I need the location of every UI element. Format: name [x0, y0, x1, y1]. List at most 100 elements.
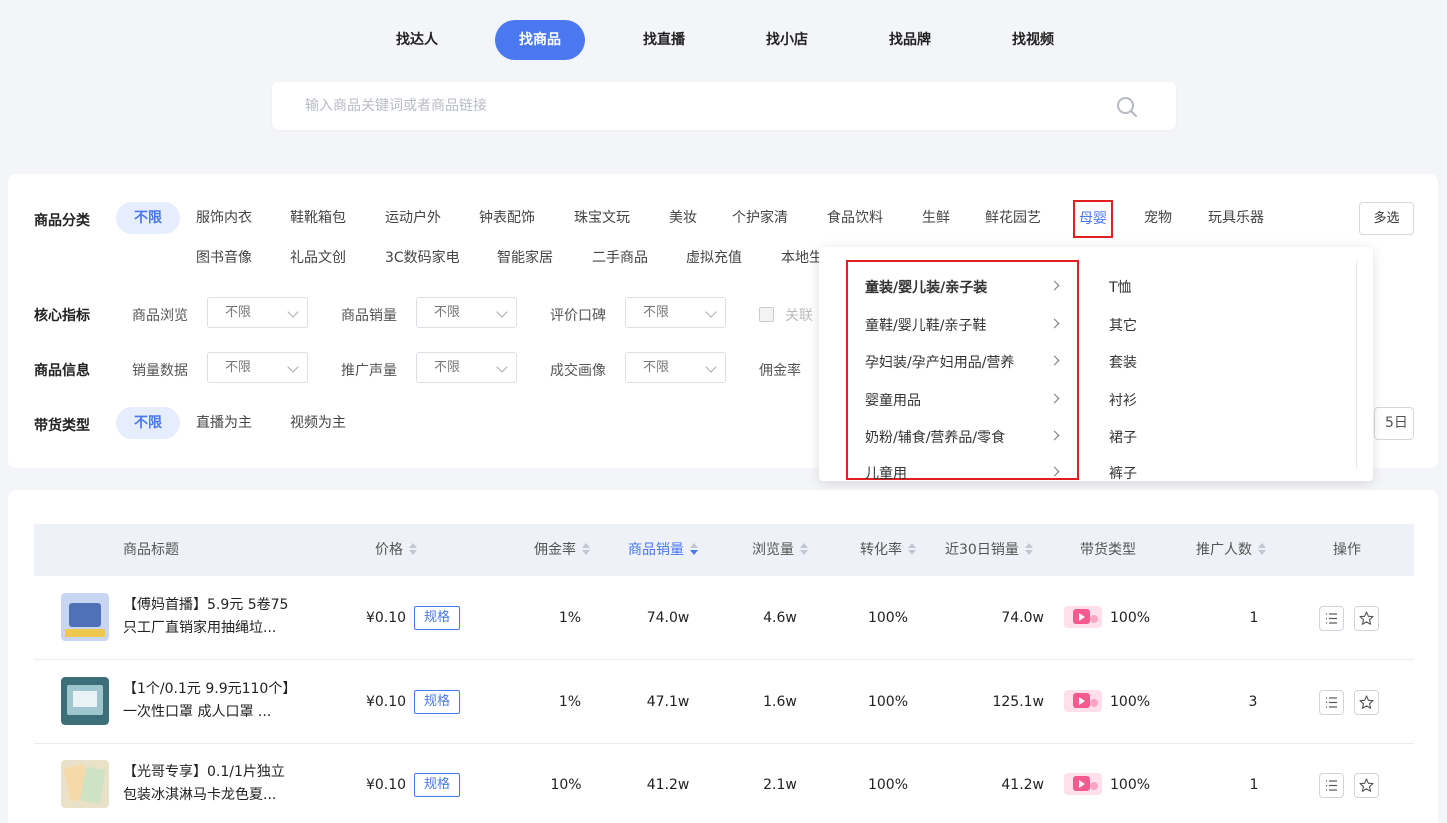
detail-list-button[interactable]: [1319, 606, 1344, 631]
tab-find-brand[interactable]: 找品牌: [874, 20, 946, 60]
product-thumbnail[interactable]: [61, 760, 109, 808]
category-item[interactable]: 礼品文创: [290, 242, 346, 274]
category-item[interactable]: 玩具乐器: [1208, 202, 1264, 234]
leaf-category[interactable]: T恤: [1109, 277, 1132, 297]
category-unlimited[interactable]: 不限: [116, 202, 180, 234]
header-price[interactable]: 价格: [375, 524, 417, 576]
header-promoters[interactable]: 推广人数: [1196, 524, 1266, 576]
detail-list-button[interactable]: [1319, 690, 1344, 715]
multi-select-button[interactable]: 多选: [1359, 202, 1414, 235]
category-item[interactable]: 钟表配饰: [479, 202, 535, 234]
dropdown-value: 不限: [643, 305, 670, 320]
promoters: 3: [1248, 694, 1258, 710]
views-dropdown[interactable]: 不限: [207, 297, 308, 328]
favorite-button[interactable]: [1354, 606, 1379, 631]
commission: 10%: [550, 777, 582, 793]
submenu-item[interactable]: 孕妇装/孕产妇用品/营养: [865, 352, 1014, 372]
category-item[interactable]: 本地生: [781, 242, 823, 274]
header-sales30[interactable]: 近30日销量: [945, 524, 1033, 576]
date-range-button[interactable]: 5日: [1374, 407, 1414, 440]
header-views[interactable]: 浏览量: [752, 524, 808, 576]
promotion-dropdown[interactable]: 不限: [416, 352, 517, 383]
spec-button[interactable]: 规格: [414, 690, 460, 714]
product-thumbnail[interactable]: [61, 593, 109, 641]
sales-data-dropdown[interactable]: 不限: [207, 352, 308, 383]
delivery-live[interactable]: 直播为主: [196, 407, 252, 439]
header-conversion[interactable]: 转化率: [860, 524, 916, 576]
sales: 41.2w: [646, 777, 690, 793]
category-item[interactable]: 服饰内衣: [196, 202, 252, 234]
sales-dropdown[interactable]: 不限: [416, 297, 517, 328]
star-icon: [1359, 695, 1374, 709]
leaf-category[interactable]: 衬衫: [1109, 390, 1137, 410]
product-thumbnail[interactable]: [61, 677, 109, 725]
category-item[interactable]: 生鲜: [922, 202, 950, 234]
tab-find-live[interactable]: 找直播: [628, 20, 700, 60]
dropdown-value: 不限: [434, 360, 461, 375]
tab-find-video[interactable]: 找视频: [997, 20, 1069, 60]
delivery-type-label: 带货类型: [34, 418, 90, 434]
table-header: 商品标题 价格 佣金率 商品销量 浏览量 转化率 近30日销量 带货类型 推广人…: [34, 524, 1414, 576]
search-bar: [272, 82, 1176, 130]
title-line: 只工厂直销家用抽绳垃...: [123, 620, 277, 636]
category-item[interactable]: 鲜花园艺: [985, 202, 1041, 234]
category-item[interactable]: 个护家清: [732, 202, 788, 234]
table-row[interactable]: 【傅妈首播】5.9元 5卷75 只工厂直销家用抽绳垃... ¥0.10 规格 1%…: [34, 576, 1414, 660]
leaf-category[interactable]: 套装: [1109, 352, 1137, 372]
leaf-category[interactable]: 裤子: [1109, 463, 1137, 481]
category-item[interactable]: 宠物: [1144, 202, 1172, 234]
favorite-button[interactable]: [1354, 690, 1379, 715]
star-icon: [1359, 778, 1374, 792]
category-item[interactable]: 智能家居: [497, 242, 553, 274]
commission: 1%: [558, 694, 582, 710]
product-title[interactable]: 【傅妈首播】5.9元 5卷75 只工厂直销家用抽绳垃...: [123, 594, 303, 640]
search-input[interactable]: [272, 82, 1092, 130]
header-commission[interactable]: 佣金率: [534, 524, 590, 576]
spec-button[interactable]: 规格: [414, 773, 460, 797]
category-item[interactable]: 二手商品: [592, 242, 648, 274]
header-label: 浏览量: [752, 542, 794, 558]
submenu-item[interactable]: 奶粉/辅食/营养品/零食: [865, 427, 1005, 447]
leaf-category[interactable]: 其它: [1109, 315, 1137, 335]
category-item[interactable]: 运动户外: [385, 202, 441, 234]
detail-list-button[interactable]: [1319, 773, 1344, 798]
chevron-down-icon: [705, 361, 717, 373]
category-item[interactable]: 3C数码家电: [385, 242, 460, 274]
header-sales[interactable]: 商品销量: [628, 524, 698, 576]
scrollbar-track[interactable]: [1356, 261, 1357, 469]
tab-find-influencer[interactable]: 找达人: [381, 20, 453, 60]
product-title[interactable]: 【光哥专享】0.1/1片独立 包装冰淇淋马卡龙色夏...: [123, 761, 303, 807]
category-item[interactable]: 鞋靴箱包: [290, 202, 346, 234]
submenu-item[interactable]: 童装/婴儿装/亲子装: [865, 277, 987, 297]
favorite-button[interactable]: [1354, 773, 1379, 798]
buyer-profile-dropdown[interactable]: 不限: [625, 352, 726, 383]
header-label: 佣金率: [534, 542, 576, 558]
category-item-maternal-baby[interactable]: 母婴: [1073, 200, 1113, 238]
reviews-dropdown[interactable]: 不限: [625, 297, 726, 328]
product-title[interactable]: 【1个/0.1元 9.9元110个】 一次性口罩 成人口罩 ...: [123, 678, 303, 724]
sort-icon: [800, 543, 808, 555]
sales30: 125.1w: [992, 694, 1044, 710]
tab-find-shop[interactable]: 找小店: [751, 20, 823, 60]
submenu-item[interactable]: 婴童用品: [865, 390, 921, 410]
search-icon[interactable]: [1116, 96, 1138, 118]
spec-button[interactable]: 规格: [414, 606, 460, 630]
table-row[interactable]: 【光哥专享】0.1/1片独立 包装冰淇淋马卡龙色夏... ¥0.10 规格 10%…: [34, 743, 1414, 823]
category-item[interactable]: 美妆: [669, 202, 697, 234]
category-item[interactable]: 食品饮料: [827, 202, 883, 234]
delivery-unlimited[interactable]: 不限: [116, 407, 180, 439]
leaf-category[interactable]: 裙子: [1109, 427, 1137, 447]
submenu-item[interactable]: 儿童用: [865, 463, 907, 481]
related-checkbox[interactable]: [759, 307, 774, 322]
submenu-item[interactable]: 童鞋/婴儿鞋/亲子鞋: [865, 315, 986, 335]
category-item[interactable]: 珠宝文玩: [574, 202, 630, 234]
category-item[interactable]: 虚拟充值: [686, 242, 742, 274]
star-icon: [1359, 611, 1374, 625]
tab-find-product[interactable]: 找商品: [495, 20, 585, 60]
price: ¥0.10: [365, 694, 407, 710]
table-row[interactable]: 【1个/0.1元 9.9元110个】 一次性口罩 成人口罩 ... ¥0.10 规…: [34, 660, 1414, 744]
metric-label: 销量数据: [132, 363, 188, 379]
delivery-video[interactable]: 视频为主: [290, 407, 346, 439]
category-item[interactable]: 图书音像: [196, 242, 252, 274]
sales: 47.1w: [646, 694, 690, 710]
